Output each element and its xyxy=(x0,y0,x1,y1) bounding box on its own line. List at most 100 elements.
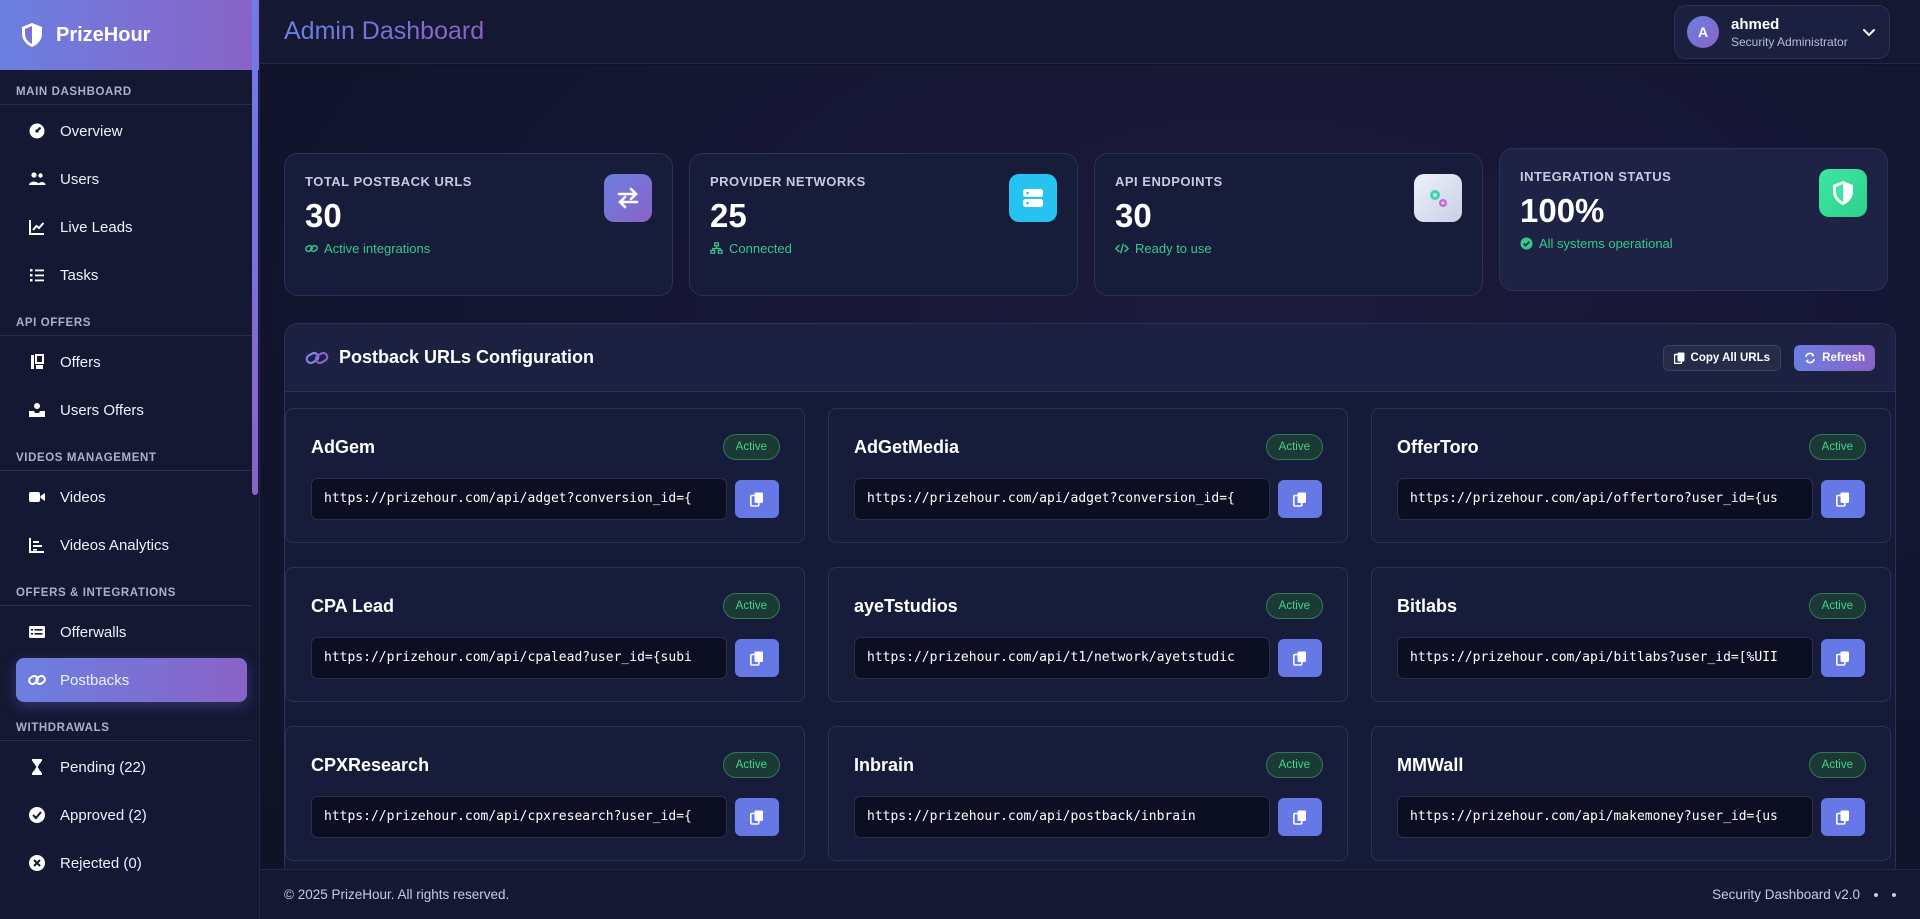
sidebar-nav: MAIN DASHBOARD Overview Users Live Leads Tas… xyxy=(0,86,259,885)
status-badge: Active xyxy=(722,434,780,460)
status-badge: Active xyxy=(722,593,780,619)
sidebar-section: OFFERS & INTEGRATIONS Offerwalls Postbacks xyxy=(0,587,259,702)
sidebar-item-rejected-0[interactable]: Rejected (0) xyxy=(16,841,247,885)
provider-name: AdGem xyxy=(311,437,376,457)
sidebar-item-overview[interactable]: Overview xyxy=(16,109,247,153)
postback-url-field[interactable]: https://prizehour.com/api/offertoro?user… xyxy=(1397,478,1813,520)
copy-all-label: Copy All URLs xyxy=(1690,352,1770,364)
sidebar-item-label: Rejected (0) xyxy=(60,854,142,872)
postback-url-field[interactable]: https://prizehour.com/api/cpxresearch?us… xyxy=(311,796,727,838)
stat-subtitle: Ready to use xyxy=(1115,241,1462,256)
shield-icon xyxy=(1819,169,1867,217)
sidebar-item-tasks[interactable]: Tasks xyxy=(16,253,247,297)
copy-icon xyxy=(1293,651,1307,666)
brand[interactable]: PrizeHour xyxy=(0,0,259,70)
sidebar-item-postbacks[interactable]: Postbacks xyxy=(16,658,247,702)
provider-name: CPA Lead xyxy=(311,596,395,616)
postback-url-field[interactable]: https://prizehour.com/api/bitlabs?user_i… xyxy=(1397,637,1813,679)
postback-url-field[interactable]: https://prizehour.com/api/adget?conversi… xyxy=(854,478,1270,520)
sidebar-item-label: Approved (2) xyxy=(60,806,147,824)
postback-card: OfferToro Active https://prizehour.com/api… xyxy=(1371,408,1891,543)
sidebar-scrollbar[interactable] xyxy=(252,0,258,495)
stat-label: INTEGRATION STATUS xyxy=(1520,169,1672,184)
copy-url-button[interactable] xyxy=(1278,639,1322,677)
copy-url-button[interactable] xyxy=(1821,480,1865,518)
footer: © 2025 PrizeHour. All rights reserved. S… xyxy=(260,869,1920,919)
page-title: Admin Dashboard xyxy=(284,17,485,45)
refresh-button[interactable]: Refresh xyxy=(1794,345,1875,371)
stat-subtitle: Connected xyxy=(710,241,1057,256)
footer-dot xyxy=(1892,892,1896,897)
x-circle-icon xyxy=(28,854,46,872)
copy-icon xyxy=(750,810,764,825)
copy-url-button[interactable] xyxy=(735,798,779,836)
stat-subtitle-text: Active integrations xyxy=(324,241,431,256)
sidebar-item-videos-analytics[interactable]: Videos Analytics xyxy=(16,523,247,567)
sidebar-section-title: WITHDRAWALS xyxy=(0,722,251,741)
sidebar-item-label: Videos xyxy=(60,488,106,506)
server-icon xyxy=(1009,174,1057,222)
postback-url-field[interactable]: https://prizehour.com/api/cpalead?user_i… xyxy=(311,637,727,679)
sidebar-item-approved-2[interactable]: Approved (2) xyxy=(16,793,247,837)
sidebar-item-label: Tasks xyxy=(60,266,99,284)
sidebar-item-videos[interactable]: Videos xyxy=(16,475,247,519)
sidebar-item-label: Offers xyxy=(60,353,101,371)
postback-card: AdGetMedia Active https://prizehour.com/ap… xyxy=(828,408,1348,543)
copy-url-button[interactable] xyxy=(1821,798,1865,836)
speedometer-icon xyxy=(28,122,46,140)
bar-analytics-icon xyxy=(28,536,46,554)
user-name: ahmed xyxy=(1731,15,1780,33)
sidebar-item-offerwalls[interactable]: Offerwalls xyxy=(16,610,247,654)
copy-url-button[interactable] xyxy=(735,639,779,677)
sidebar-item-users-offers[interactable]: Users Offers xyxy=(16,388,247,432)
sidebar-section-title: MAIN DASHBOARD xyxy=(0,86,251,105)
sidebar-item-label: Users Offers xyxy=(60,401,144,419)
postback-card: Bitlabs Active https://prizehour.com/api/b… xyxy=(1371,567,1891,702)
postback-url-field[interactable]: https://prizehour.com/api/postback/inbra… xyxy=(854,796,1270,838)
copy-url-button[interactable] xyxy=(1821,639,1865,677)
copy-url-button[interactable] xyxy=(1278,480,1322,518)
user-role: Security Administrator xyxy=(1731,34,1848,49)
sidebar-item-label: Pending (22) xyxy=(60,758,146,776)
status-badge: Active xyxy=(1808,752,1866,778)
stat-card: INTEGRATION STATUS 100% All systems operat… xyxy=(1499,148,1888,291)
sidebar-item-offers[interactable]: Offers xyxy=(16,340,247,384)
chevron-down-icon[interactable] xyxy=(1861,24,1877,40)
copy-icon xyxy=(1673,352,1685,364)
copy-url-button[interactable] xyxy=(735,480,779,518)
sidebar-item-label: Videos Analytics xyxy=(60,536,169,554)
sidebar-item-live-leads[interactable]: Live Leads xyxy=(16,205,247,249)
sidebar-section: VIDEOS MANAGEMENT Videos Videos Analytics xyxy=(0,452,259,567)
stats-row: TOTAL POSTBACK URLS 30 Active integrations… xyxy=(284,148,1896,298)
postback-url-field[interactable]: https://prizehour.com/api/adget?conversi… xyxy=(311,478,727,520)
provider-name: OfferToro xyxy=(1397,437,1479,457)
postback-url-field[interactable]: https://prizehour.com/api/makemoney?user… xyxy=(1397,796,1813,838)
sidebar: PrizeHour MAIN DASHBOARD Overview Users Liv… xyxy=(0,0,260,919)
panel-title: Postback URLs Configuration xyxy=(339,347,595,367)
gears-icon xyxy=(1414,174,1462,222)
user-menu[interactable]: A ahmed Security Administrator xyxy=(1674,5,1890,59)
copy-icon xyxy=(750,492,764,507)
users-icon xyxy=(28,170,46,188)
copy-icon xyxy=(1293,810,1307,825)
link-icon xyxy=(305,351,329,364)
sidebar-section-title: VIDEOS MANAGEMENT xyxy=(0,452,251,471)
provider-name: MMWall xyxy=(1397,755,1464,775)
copy-all-urls-button[interactable]: Copy All URLs xyxy=(1662,345,1781,371)
sidebar-item-users[interactable]: Users xyxy=(16,157,247,201)
sidebar-item-label: Users xyxy=(60,170,100,188)
sidebar-section: WITHDRAWALS Pending (22) Approved (2) Rejec… xyxy=(0,722,259,885)
sidebar-item-pending-22[interactable]: Pending (22) xyxy=(16,745,247,789)
exchange-icon xyxy=(604,174,652,222)
refresh-icon xyxy=(1805,352,1815,364)
sidebar-section: MAIN DASHBOARD Overview Users Live Leads Tas… xyxy=(0,86,259,297)
provider-name: AdGetMedia xyxy=(854,437,960,457)
postbacks-panel: Postback URLs Configuration Copy All URL… xyxy=(284,323,1896,869)
provider-name: CPXResearch xyxy=(311,755,430,775)
stat-subtitle-text: All systems operational xyxy=(1539,236,1673,251)
panel-header: Postback URLs Configuration Copy All URL… xyxy=(285,324,1895,392)
postback-card: CPXResearch Active https://prizehour.com/a… xyxy=(285,726,805,861)
copy-url-button[interactable] xyxy=(1278,798,1322,836)
link-icon xyxy=(28,671,46,689)
postback-url-field[interactable]: https://prizehour.com/api/t1/network/aye… xyxy=(854,637,1270,679)
